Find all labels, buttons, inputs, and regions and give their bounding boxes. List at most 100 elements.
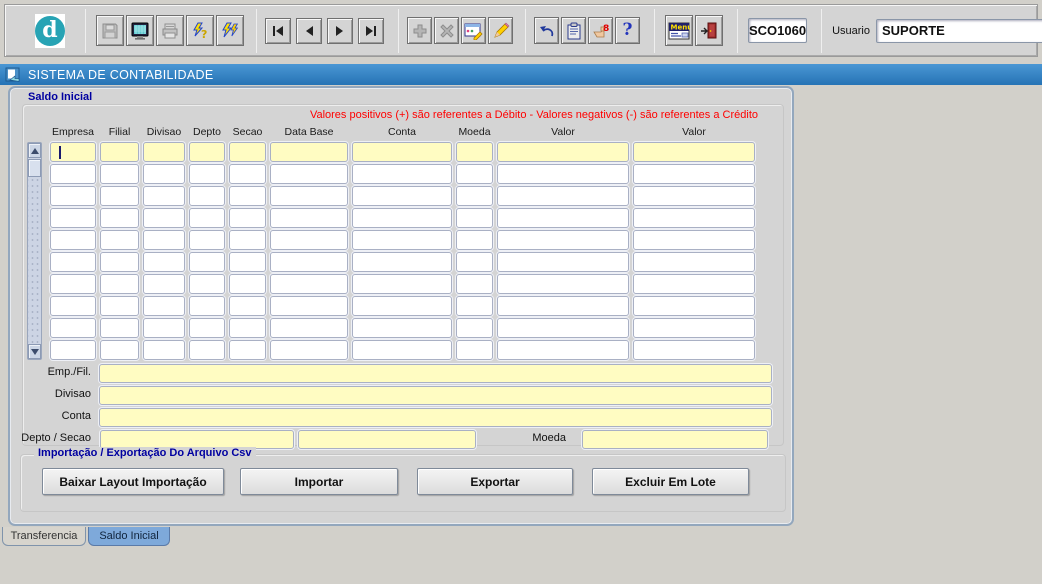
grid-cell-valor[interactable] — [497, 252, 629, 272]
grid-cell-moeda[interactable] — [456, 142, 493, 162]
grid-cell-empresa[interactable] — [50, 296, 96, 316]
grid-cell-secao[interactable] — [229, 208, 266, 228]
grid-cell-valor[interactable] — [633, 230, 755, 250]
divisao-field[interactable] — [99, 386, 772, 405]
grid-cell-valor[interactable] — [633, 274, 755, 294]
grid-cell-data-base[interactable] — [270, 340, 348, 360]
grid-cell-valor[interactable] — [633, 340, 755, 360]
grid-cell-depto[interactable] — [189, 230, 225, 250]
conta-field[interactable] — [99, 408, 772, 427]
grid-cell-divisao[interactable] — [143, 164, 185, 184]
cut-record-button[interactable]: 8 — [588, 17, 613, 44]
grid-cell-valor[interactable] — [633, 186, 755, 206]
grid-cell-secao[interactable] — [229, 164, 266, 184]
grid-cell-conta[interactable] — [352, 318, 452, 338]
grid-cell-valor[interactable] — [497, 274, 629, 294]
grid-cell-secao[interactable] — [229, 318, 266, 338]
grid-cell-moeda[interactable] — [456, 208, 493, 228]
grid-cell-moeda[interactable] — [456, 340, 493, 360]
screen-button[interactable] — [126, 15, 154, 46]
grid-cell-moeda[interactable] — [456, 186, 493, 206]
grid-cell-secao[interactable] — [229, 340, 266, 360]
grid-cell-data-base[interactable] — [270, 274, 348, 294]
baixar-layout-importacao-button[interactable]: Baixar Layout Importação — [42, 468, 224, 495]
grid-cell-empresa[interactable] — [50, 186, 96, 206]
grid-cell-conta[interactable] — [352, 164, 452, 184]
grid-cell-filial[interactable] — [100, 296, 139, 316]
grid-cell-empresa[interactable] — [50, 142, 96, 162]
grid-cell-filial[interactable] — [100, 340, 139, 360]
grid-cell-empresa[interactable] — [50, 318, 96, 338]
grid-cell-secao[interactable] — [229, 142, 266, 162]
grid-cell-depto[interactable] — [189, 186, 225, 206]
grid-cell-valor[interactable] — [497, 164, 629, 184]
query-help-button[interactable]: ? — [186, 15, 214, 46]
grid-cell-secao[interactable] — [229, 186, 266, 206]
grid-cell-empresa[interactable] — [50, 274, 96, 294]
grid-cell-filial[interactable] — [100, 318, 139, 338]
clipboard-button[interactable] — [561, 17, 586, 44]
grid-cell-filial[interactable] — [100, 186, 139, 206]
grid-cell-depto[interactable] — [189, 252, 225, 272]
grid-cell-filial[interactable] — [100, 142, 139, 162]
grid-cell-empresa[interactable] — [50, 230, 96, 250]
grid-cell-depto[interactable] — [189, 274, 225, 294]
grid-cell-valor[interactable] — [497, 142, 629, 162]
grid-cell-data-base[interactable] — [270, 230, 348, 250]
grid-cell-valor[interactable] — [497, 208, 629, 228]
scroll-down-button[interactable] — [28, 344, 41, 359]
grid-cell-depto[interactable] — [189, 142, 225, 162]
grid-cell-valor[interactable] — [497, 296, 629, 316]
grid-cell-divisao[interactable] — [143, 208, 185, 228]
grid-cell-moeda[interactable] — [456, 252, 493, 272]
grid-cell-valor[interactable] — [633, 142, 755, 162]
grid-cell-moeda[interactable] — [456, 318, 493, 338]
grid-cell-secao[interactable] — [229, 230, 266, 250]
grid-cell-divisao[interactable] — [143, 252, 185, 272]
grid-cell-divisao[interactable] — [143, 318, 185, 338]
grid-cell-empresa[interactable] — [50, 164, 96, 184]
grid-cell-valor[interactable] — [633, 296, 755, 316]
moeda-field[interactable] — [582, 430, 768, 449]
grid-cell-divisao[interactable] — [143, 230, 185, 250]
grid-cell-data-base[interactable] — [270, 142, 348, 162]
help-button[interactable]: ? — [615, 17, 640, 44]
grid-cell-data-base[interactable] — [270, 208, 348, 228]
grid-cell-conta[interactable] — [352, 208, 452, 228]
grid-cell-valor[interactable] — [633, 252, 755, 272]
grid-cell-filial[interactable] — [100, 252, 139, 272]
exportar-button[interactable]: Exportar — [417, 468, 573, 495]
grid-cell-filial[interactable] — [100, 208, 139, 228]
previous-record-button[interactable] — [296, 18, 322, 44]
emp-fil-field[interactable] — [99, 364, 772, 383]
grid-cell-filial[interactable] — [100, 230, 139, 250]
grid-cell-depto[interactable] — [189, 340, 225, 360]
grid-cell-empresa[interactable] — [50, 208, 96, 228]
record-scrollbar[interactable] — [27, 142, 42, 360]
grid-cell-data-base[interactable] — [270, 252, 348, 272]
grid-cell-depto[interactable] — [189, 164, 225, 184]
menu-button[interactable]: Menu — [665, 15, 693, 46]
grid-cell-secao[interactable] — [229, 296, 266, 316]
tab-saldo-inicial[interactable]: Saldo Inicial — [88, 527, 170, 546]
grid-cell-conta[interactable] — [352, 252, 452, 272]
undo-button[interactable] — [534, 17, 559, 44]
grid-cell-depto[interactable] — [189, 208, 225, 228]
grid-cell-divisao[interactable] — [143, 142, 185, 162]
first-record-button[interactable] — [265, 18, 291, 44]
excluir-em-lote-button[interactable]: Excluir Em Lote — [592, 468, 749, 495]
print-button[interactable] — [156, 15, 184, 46]
grid-cell-divisao[interactable] — [143, 340, 185, 360]
grid-cell-moeda[interactable] — [456, 274, 493, 294]
secao-field[interactable] — [298, 430, 476, 449]
grid-cell-empresa[interactable] — [50, 252, 96, 272]
grid-cell-empresa[interactable] — [50, 340, 96, 360]
grid-cell-filial[interactable] — [100, 164, 139, 184]
last-record-button[interactable] — [358, 18, 384, 44]
grid-cell-data-base[interactable] — [270, 164, 348, 184]
grid-cell-valor[interactable] — [497, 318, 629, 338]
execute-query-button[interactable] — [216, 15, 244, 46]
grid-cell-data-base[interactable] — [270, 296, 348, 316]
grid-cell-valor[interactable] — [633, 164, 755, 184]
edit-record-button[interactable] — [461, 17, 486, 44]
